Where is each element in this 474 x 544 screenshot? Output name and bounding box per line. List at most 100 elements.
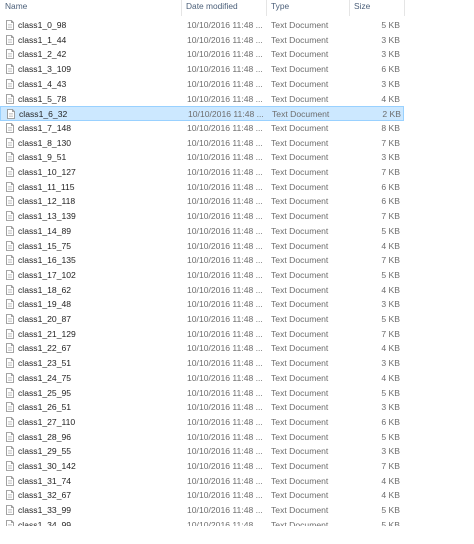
file-type: Text Document <box>271 78 329 89</box>
file-row[interactable]: class1_8_130 10/10/2016 11:48 ... Text Doc… <box>0 136 404 151</box>
file-name: class1_13_139 <box>18 211 76 222</box>
file-name: class1_33_99 <box>18 505 72 516</box>
file-size: 7 KB <box>381 255 400 266</box>
file-type: Text Document <box>271 402 329 413</box>
file-row[interactable]: class1_33_99 10/10/2016 11:48 ... Text Doc… <box>0 503 404 518</box>
text-document-icon <box>6 416 14 427</box>
file-name: class1_4_43 <box>18 78 67 89</box>
column-header-name[interactable]: Name <box>5 0 177 13</box>
file-type: Text Document <box>271 505 329 516</box>
file-type: Text Document <box>271 416 329 427</box>
file-row[interactable]: class1_29_55 10/10/2016 11:48 ... Text Doc… <box>0 444 404 459</box>
column-header-type[interactable]: Type <box>271 0 347 13</box>
file-row[interactable]: class1_32_67 10/10/2016 11:48 ... Text Doc… <box>0 488 404 503</box>
file-row[interactable]: class1_14_89 10/10/2016 11:48 ... Text Doc… <box>0 224 404 239</box>
column-divider[interactable] <box>181 0 182 16</box>
file-size: 3 KB <box>381 34 400 45</box>
file-row[interactable]: class1_3_109 10/10/2016 11:48 ... Text Doc… <box>0 62 404 77</box>
file-date-modified: 10/10/2016 11:48 ... <box>187 269 263 280</box>
file-type: Text Document <box>271 152 329 163</box>
file-row[interactable]: class1_1_44 10/10/2016 11:48 ... Text Docu… <box>0 33 404 48</box>
text-document-icon <box>6 446 14 457</box>
text-document-icon <box>6 34 14 45</box>
file-row[interactable]: class1_15_75 10/10/2016 11:48 ... Text Doc… <box>0 239 404 254</box>
file-row[interactable]: class1_21_129 10/10/2016 11:48 ... Text Do… <box>0 327 404 342</box>
file-row[interactable]: class1_24_75 10/10/2016 11:48 ... Text Doc… <box>0 371 404 386</box>
file-date-modified: 10/10/2016 11:48 ... <box>187 34 263 45</box>
file-date-modified: 10/10/2016 11:48 ... <box>187 416 263 427</box>
file-type: Text Document <box>271 431 329 442</box>
file-row[interactable]: class1_9_51 10/10/2016 11:48 ... Text Docu… <box>0 150 404 165</box>
file-row[interactable]: class1_11_115 10/10/2016 11:48 ... Text Do… <box>0 180 404 195</box>
file-row[interactable]: class1_20_87 10/10/2016 11:48 ... Text Doc… <box>0 312 404 327</box>
file-row[interactable]: class1_22_67 10/10/2016 11:48 ... Text Doc… <box>0 341 404 356</box>
column-header-size[interactable]: Size <box>354 0 404 13</box>
file-row[interactable]: class1_18_62 10/10/2016 11:48 ... Text Doc… <box>0 283 404 298</box>
file-row[interactable]: class1_0_98 10/10/2016 11:48 ... Text Docu… <box>0 18 404 33</box>
file-type: Text Document <box>271 137 329 148</box>
file-size: 7 KB <box>381 137 400 148</box>
text-document-icon <box>6 78 14 89</box>
file-name: class1_23_51 <box>18 358 72 369</box>
file-row[interactable]: class1_5_78 10/10/2016 11:48 ... Text Docu… <box>0 92 404 107</box>
file-type: Text Document <box>271 475 329 486</box>
text-document-icon <box>6 255 14 266</box>
file-row[interactable]: class1_23_51 10/10/2016 11:48 ... Text Doc… <box>0 356 404 371</box>
column-divider[interactable] <box>349 0 350 16</box>
file-row[interactable]: class1_31_74 10/10/2016 11:48 ... Text Doc… <box>0 474 404 489</box>
file-row[interactable]: class1_10_127 10/10/2016 11:48 ... Text Do… <box>0 165 404 180</box>
file-row[interactable]: class1_25_95 10/10/2016 11:48 ... Text Doc… <box>0 386 404 401</box>
file-size: 5 KB <box>381 20 400 30</box>
file-row[interactable]: class1_27_110 10/10/2016 11:48 ... Text Do… <box>0 415 404 430</box>
file-row[interactable]: class1_2_42 10/10/2016 11:48 ... Text Docu… <box>0 47 404 62</box>
file-row[interactable]: class1_26_51 10/10/2016 11:48 ... Text Doc… <box>0 400 404 415</box>
file-name: class1_11_115 <box>18 181 75 192</box>
file-row[interactable]: class1_17_102 10/10/2016 11:48 ... Text Do… <box>0 268 404 283</box>
file-size: 7 KB <box>381 328 400 339</box>
file-date-modified: 10/10/2016 11:48 ... <box>187 49 263 60</box>
file-row[interactable]: class1_16_135 10/10/2016 11:48 ... Text Do… <box>0 253 404 268</box>
column-divider[interactable] <box>266 0 267 16</box>
file-name: class1_28_96 <box>18 431 72 442</box>
column-divider[interactable] <box>404 0 405 16</box>
file-row[interactable]: class1_4_43 10/10/2016 11:48 ... Text Docu… <box>0 77 404 92</box>
file-size: 6 KB <box>381 181 400 192</box>
file-date-modified: 10/10/2016 11:48 ... <box>187 255 263 266</box>
file-type: Text Document <box>271 211 329 222</box>
text-document-icon <box>6 93 14 104</box>
file-type: Text Document <box>271 372 329 383</box>
file-date-modified: 10/10/2016 11:48 ... <box>187 372 263 383</box>
file-row[interactable]: class1_34_99 10/10/2016 11:48 ... Text Doc… <box>0 518 404 526</box>
file-date-modified: 10/10/2016 11:48 ... <box>187 211 263 222</box>
file-row[interactable]: class1_28_96 10/10/2016 11:48 ... Text Doc… <box>0 430 404 445</box>
file-type: Text Document <box>271 181 329 192</box>
file-type: Text Document <box>271 446 329 457</box>
file-size: 4 KB <box>381 284 400 295</box>
file-name: class1_32_67 <box>18 490 72 501</box>
file-name: class1_5_78 <box>18 93 67 104</box>
file-name: class1_26_51 <box>18 402 72 413</box>
file-date-modified: 10/10/2016 11:48 ... <box>187 505 263 516</box>
file-size: 4 KB <box>381 343 400 354</box>
file-row[interactable]: class1_13_139 10/10/2016 11:48 ... Text Do… <box>0 209 404 224</box>
file-size: 5 KB <box>381 269 400 280</box>
file-type: Text Document <box>271 93 329 104</box>
file-row[interactable]: class1_30_142 10/10/2016 11:48 ... Text Do… <box>0 459 404 474</box>
text-document-icon <box>6 211 14 221</box>
file-type: Text Document <box>271 34 329 45</box>
file-name: class1_19_48 <box>18 299 72 310</box>
column-header-date-modified[interactable]: Date modified <box>186 0 264 13</box>
file-row[interactable]: class1_6_32 10/10/2016 11:48 ... Text Docu… <box>0 106 404 121</box>
text-document-icon <box>6 328 14 339</box>
file-size: 5 KB <box>381 225 400 236</box>
file-size: 4 KB <box>381 93 400 104</box>
file-name: class1_12_118 <box>18 196 76 207</box>
file-row[interactable]: class1_12_118 10/10/2016 11:48 ... Text Do… <box>0 194 404 209</box>
file-date-modified: 10/10/2016 11:48 ... <box>187 387 263 398</box>
file-name: class1_25_95 <box>18 387 72 398</box>
text-document-icon <box>6 343 14 354</box>
file-size: 4 KB <box>381 240 400 251</box>
file-name: class1_8_130 <box>18 137 72 148</box>
file-row[interactable]: class1_7_148 10/10/2016 11:48 ... Text Doc… <box>0 121 404 136</box>
file-row[interactable]: class1_19_48 10/10/2016 11:48 ... Text Doc… <box>0 297 404 312</box>
